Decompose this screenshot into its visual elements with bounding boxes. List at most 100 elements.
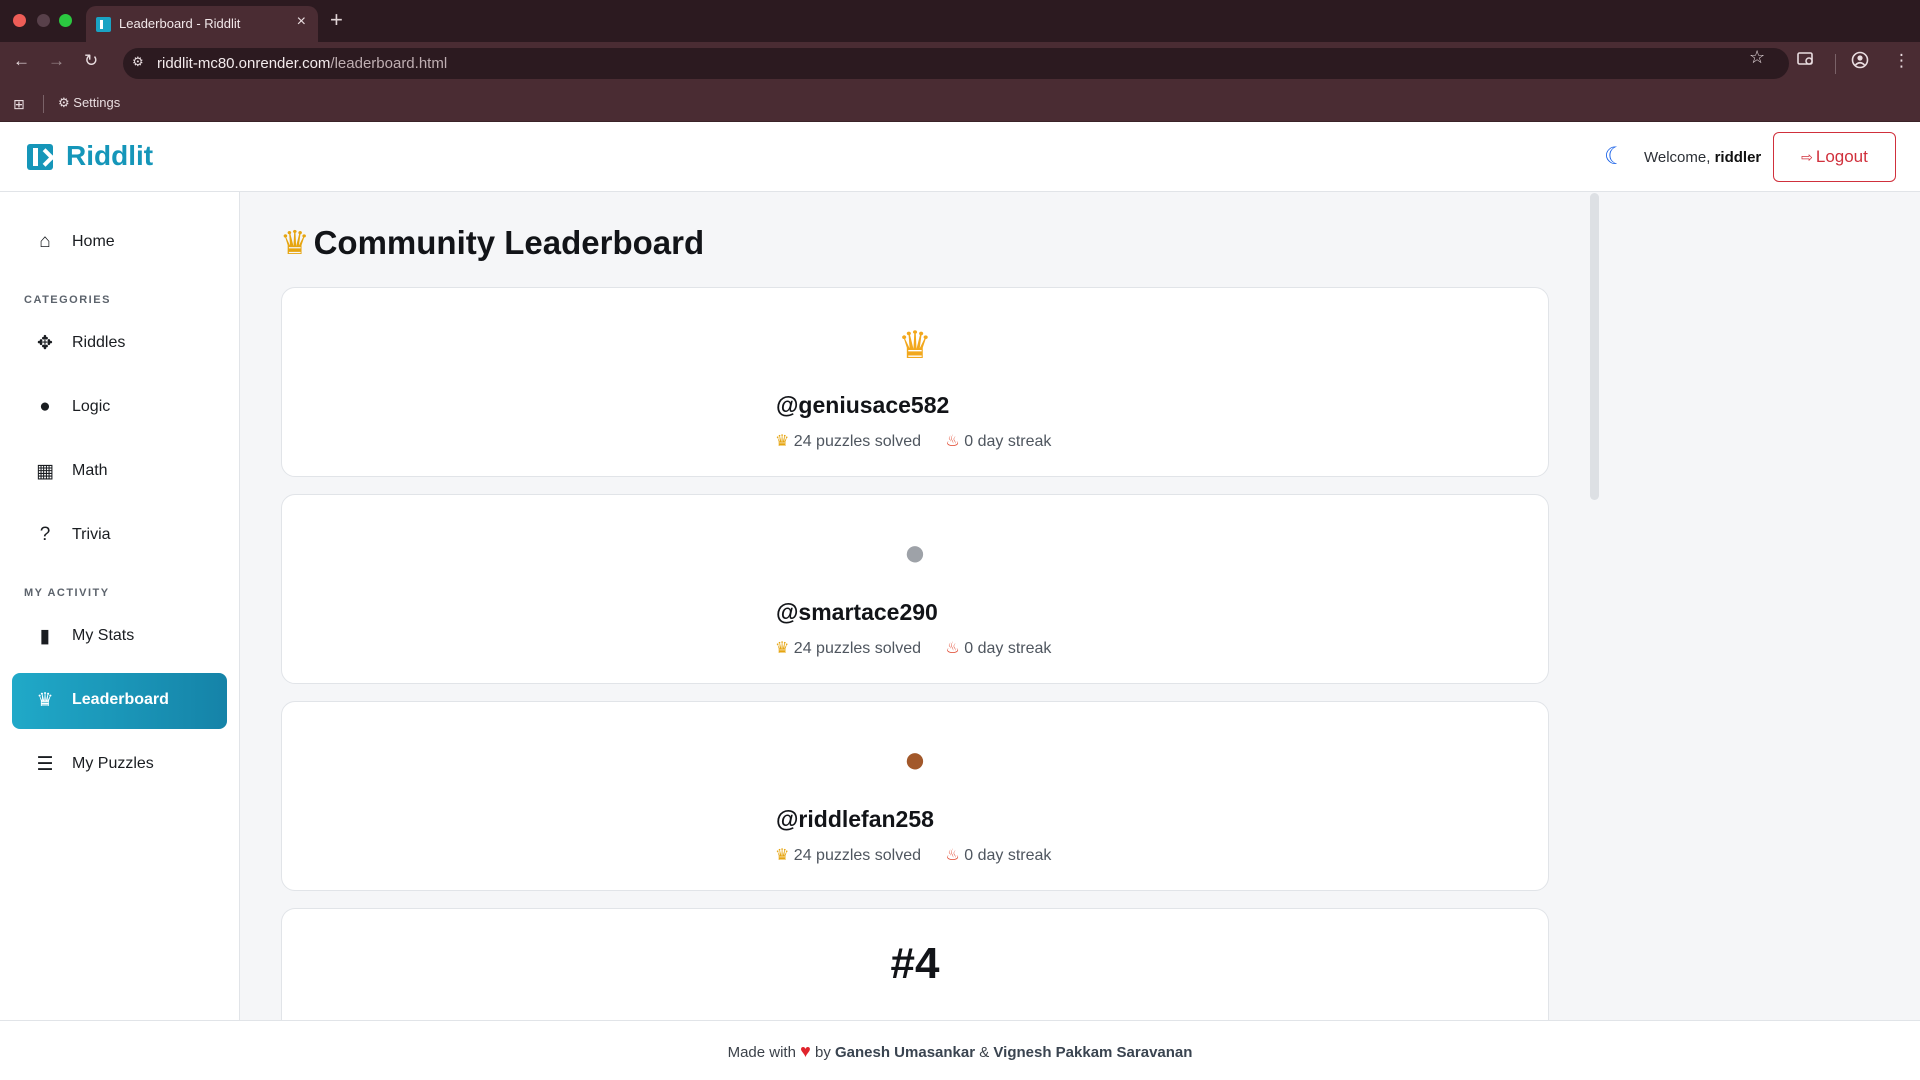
leaderboard-entry: ● @riddlefan258 ♛ 24 puzzles solved ♨ 0 … — [281, 701, 1549, 891]
window-close-button[interactable] — [13, 14, 26, 27]
sidebar-item-label: Logic — [72, 398, 111, 415]
trophy-icon: ♛ — [280, 224, 310, 261]
leaderboard-entry: ♛ @geniusace582 ♛ 24 puzzles solved ♨ 0 … — [281, 287, 1549, 477]
url-path: /leaderboard.html — [330, 55, 448, 72]
logout-button[interactable]: ⇨ Logout — [1773, 132, 1896, 182]
page-footer: Made with ♥ by Ganesh Umasankar & Vignes… — [0, 1020, 1920, 1080]
brand-name: Riddlit — [66, 140, 154, 171]
puzzles-solved: 24 puzzles solved — [793, 640, 921, 657]
bar-chart-icon: ▮ — [39, 626, 51, 647]
puzzle-icon: ✥ — [37, 333, 53, 354]
streak: 0 day streak — [964, 847, 1052, 864]
dark-mode-toggle-icon[interactable]: ☾ — [1604, 142, 1626, 171]
footer-author-2: Vignesh Pakkam Saravanan — [993, 1044, 1193, 1061]
streak: 0 day streak — [964, 640, 1052, 657]
window-zoom-button[interactable] — [59, 14, 72, 27]
leaderboard-stats: ♛ 24 puzzles solved ♨ 0 day streak — [775, 845, 1051, 865]
leaderboard-username: @smartace290 — [776, 599, 938, 625]
welcome-prefix: Welcome, — [1644, 149, 1715, 166]
sidebar-item-label: Leaderboard — [72, 691, 169, 708]
logout-label: Logout — [1815, 147, 1868, 166]
sidebar-item-label: My Stats — [72, 627, 135, 644]
sidebar-item-riddles[interactable]: ✥ Riddles — [12, 316, 227, 372]
sidebar-item-label: Math — [72, 462, 108, 479]
reload-icon[interactable]: ↻ — [84, 51, 98, 71]
home-icon: ⌂ — [39, 231, 51, 252]
leaderboard-stats: ♛ 24 puzzles solved ♨ 0 day streak — [775, 638, 1051, 658]
heart-icon: ♥ — [800, 1041, 811, 1061]
address-bar[interactable]: ⚙ riddlit-mc80.onrender.com/leaderboard.… — [123, 48, 1789, 79]
fire-icon: ♨ — [945, 433, 960, 450]
welcome-text: Welcome, riddler — [1644, 149, 1761, 166]
sidebar-item-label: Trivia — [72, 526, 111, 543]
bookmark-settings-label: Settings — [73, 95, 121, 110]
sidebar-item-label: Riddles — [72, 334, 126, 351]
fire-icon: ♨ — [945, 847, 960, 864]
trophy-icon: ♛ — [36, 690, 54, 711]
sidebar-item-home[interactable]: ⌂ Home — [12, 215, 227, 271]
streak: 0 day streak — [964, 433, 1052, 450]
new-tab-button[interactable]: + — [330, 7, 343, 33]
tab-title: Leaderboard - Riddlit — [119, 16, 241, 31]
browser-menu-icon[interactable]: ⋮ — [1893, 51, 1910, 71]
app-header: Riddlit ☾ Welcome, riddler ⇨ Logout — [0, 122, 1920, 192]
sidebar-item-logic[interactable]: ● Logic — [12, 380, 227, 436]
leaderboard-entry: #4 — [281, 908, 1549, 1020]
window-minimize-button[interactable] — [37, 14, 50, 27]
crown-icon: ♛ — [897, 325, 933, 367]
puzzles-solved: 24 puzzles solved — [793, 433, 921, 450]
toolbar-divider — [1835, 54, 1836, 74]
page-title: ♛ Community Leaderboard — [280, 223, 704, 262]
settings-gear-icon: ⚙ — [58, 95, 70, 110]
trophy-icon: ♛ — [775, 640, 790, 657]
site-info-icon[interactable]: ⚙ — [132, 54, 144, 70]
journal-icon: ☰ — [36, 754, 54, 775]
leaderboard-username: @riddlefan258 — [776, 806, 934, 832]
puzzles-solved: 24 puzzles solved — [793, 847, 921, 864]
fire-icon: ♨ — [945, 640, 960, 657]
rank-number: #4 — [890, 939, 940, 988]
page-title-text: Community Leaderboard — [313, 224, 705, 261]
footer-prefix: Made with — [727, 1044, 801, 1061]
browser-tab-active[interactable]: Leaderboard - Riddlit × — [86, 6, 318, 42]
sidebar-nav: ⌂ Home CATEGORIES ✥ Riddles ● Logic ▦ Ma… — [0, 192, 240, 1020]
forward-arrow-icon[interactable]: → — [48, 51, 65, 71]
leaderboard-username: @geniusace582 — [776, 392, 950, 418]
footer-amp: & — [975, 1044, 994, 1061]
bookmarks-divider — [43, 95, 44, 113]
sidebar-heading-categories: CATEGORIES — [24, 294, 111, 306]
profile-icon[interactable] — [1851, 51, 1869, 74]
trophy-icon: ♛ — [775, 847, 790, 864]
lightbulb-icon: ● — [39, 396, 51, 417]
tab-close-icon[interactable]: × — [297, 13, 306, 31]
silver-medal-icon: ● — [903, 532, 927, 574]
footer-by: by — [810, 1044, 835, 1061]
bronze-medal-icon: ● — [903, 739, 927, 781]
url-text[interactable]: riddlit-mc80.onrender.com/leaderboard.ht… — [157, 55, 447, 72]
sidebar-heading-activity: MY ACTIVITY — [24, 587, 110, 599]
tab-search-icon[interactable] — [1797, 51, 1815, 72]
sidebar-item-my-puzzles[interactable]: ☰ My Puzzles — [12, 737, 227, 793]
bookmark-settings[interactable]: ⚙ Settings — [58, 95, 120, 111]
sidebar-item-label: My Puzzles — [72, 755, 154, 772]
apps-grid-icon[interactable]: ⊞ — [13, 96, 25, 113]
footer-author-1: Ganesh Umasankar — [835, 1044, 976, 1061]
logout-icon: ⇨ — [1801, 149, 1813, 165]
sidebar-item-math[interactable]: ▦ Math — [12, 444, 227, 500]
browser-toolbar: ← → ↻ ⚙ riddlit-mc80.onrender.com/leader… — [0, 42, 1920, 85]
question-circle-icon: ? — [39, 524, 51, 545]
bookmarks-bar: ⊞ ⚙ Settings — [0, 85, 1920, 122]
riddlit-logo-icon — [27, 144, 53, 170]
calculator-icon: ▦ — [36, 461, 54, 482]
welcome-username: riddler — [1714, 149, 1762, 166]
sidebar-item-my-stats[interactable]: ▮ My Stats — [12, 609, 227, 665]
trophy-icon: ♛ — [775, 433, 790, 450]
sidebar-item-trivia[interactable]: ? Trivia — [12, 508, 227, 564]
bookmark-star-icon[interactable]: ☆ — [1749, 47, 1765, 68]
sidebar-item-label: Home — [72, 233, 115, 250]
sidebar-item-leaderboard[interactable]: ♛ Leaderboard — [12, 673, 227, 729]
riddlit-favicon-icon — [96, 17, 111, 32]
leaderboard-entry: ● @smartace290 ♛ 24 puzzles solved ♨ 0 d… — [281, 494, 1549, 684]
main-scrollbar-thumb[interactable] — [1590, 193, 1599, 500]
back-arrow-icon[interactable]: ← — [13, 51, 30, 71]
